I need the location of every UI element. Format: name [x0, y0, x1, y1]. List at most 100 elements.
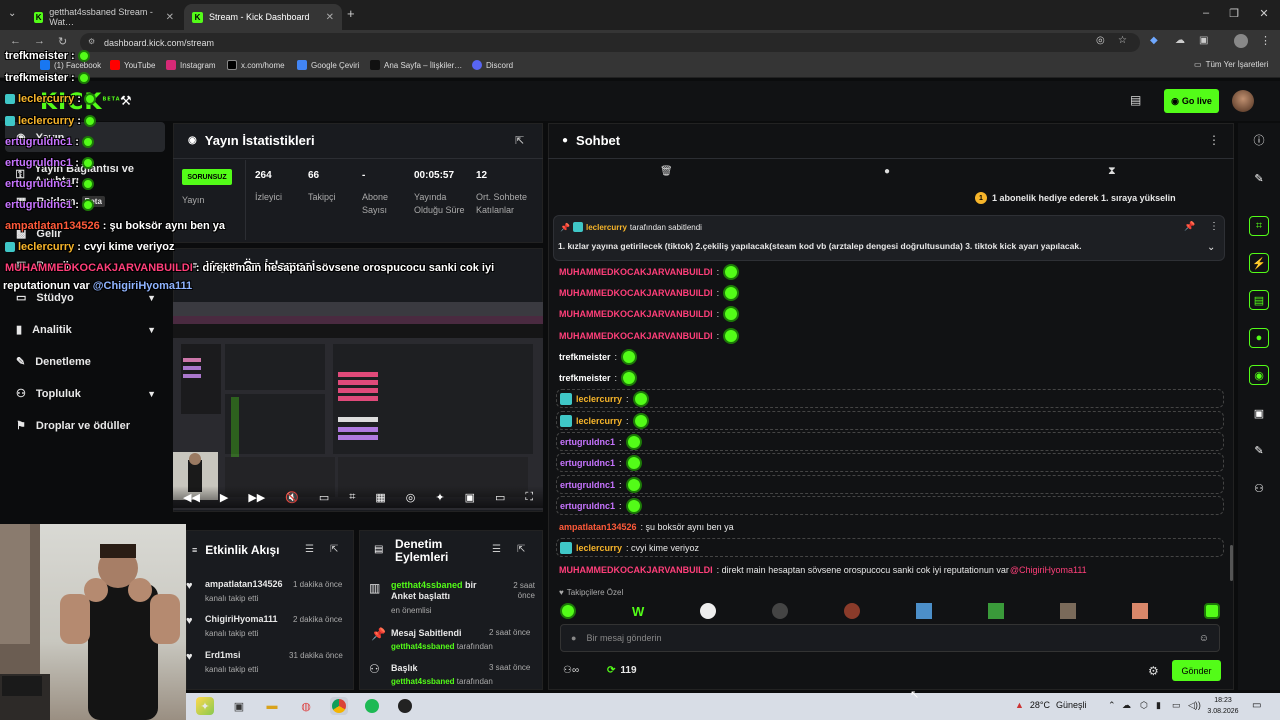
- chat-username[interactable]: MUHAMMEDKOCAKJARVANBUILDI: [559, 309, 713, 319]
- chat-menu-icon[interactable]: ⋮: [1208, 133, 1220, 147]
- spotify-icon[interactable]: [363, 697, 381, 715]
- chat-message[interactable]: ertugruldnc1:: [556, 496, 1224, 515]
- filter-icon[interactable]: ☰: [492, 544, 501, 555]
- minimize-icon[interactable]: –: [1196, 7, 1216, 19]
- sidebar-item-topluluk[interactable]: ⚇ Topluluk ▼: [16, 387, 156, 401]
- info-icon[interactable]: ⓘ: [1249, 130, 1269, 150]
- chat-message[interactable]: ertugruldnc1:: [556, 432, 1224, 451]
- bookmark-ana-sayfa[interactable]: Ana Sayfa – İlişkiler…: [370, 60, 462, 70]
- activity-user[interactable]: ChigiriHyoma111: [205, 614, 278, 624]
- chat-message[interactable]: ertugruldnc1:: [556, 475, 1224, 494]
- chat-username[interactable]: ampatlatan134526: [559, 522, 637, 532]
- chat-message[interactable]: MUHAMMEDKOCAKJARVANBUILDI:: [559, 262, 740, 281]
- stack-icon[interactable]: ▣: [1249, 403, 1269, 423]
- close-tab-icon[interactable]: ✕: [326, 12, 334, 23]
- lightning-icon[interactable]: ⚡: [1249, 253, 1269, 273]
- tray-chevron-icon[interactable]: ⌃: [1108, 700, 1116, 711]
- rewind-icon[interactable]: ◀◀: [183, 491, 200, 504]
- bookmark-x[interactable]: x.com/home: [227, 60, 285, 70]
- all-bookmarks[interactable]: ▭ Tüm Yer İşaretleri: [1194, 60, 1268, 69]
- green-emote-icon[interactable]: [988, 603, 1005, 619]
- edit-icon[interactable]: ✎: [1249, 168, 1269, 188]
- settings-gear-icon[interactable]: ⚙: [1148, 664, 1159, 678]
- go-live-button[interactable]: ◉ Go live: [1164, 89, 1219, 113]
- url-field[interactable]: dashboard.kick.com/stream: [80, 33, 1140, 52]
- pinned-by-user[interactable]: leclercurry: [586, 223, 627, 232]
- tab-search-icon[interactable]: ⌄: [8, 8, 16, 19]
- camera-icon[interactable]: ▭: [319, 491, 329, 504]
- brown-emote-icon[interactable]: [1060, 603, 1077, 619]
- share-icon[interactable]: ⚇: [1249, 478, 1269, 498]
- chat-mode-icon[interactable]: ●: [884, 166, 890, 177]
- tray-icon[interactable]: ▮: [1156, 700, 1161, 711]
- sidebar-item-droplar[interactable]: ⚑ Droplar ve ödüller: [16, 419, 156, 433]
- chat-username[interactable]: leclercurry: [576, 416, 622, 426]
- w-emote-icon[interactable]: W: [632, 604, 644, 619]
- bookmark-youtube[interactable]: YouTube: [110, 60, 155, 70]
- clock[interactable]: 18:23 3.08.2026: [1206, 695, 1240, 717]
- filter-icon[interactable]: ☰: [305, 544, 314, 555]
- bookmark-instagram[interactable]: Instagram: [166, 60, 216, 70]
- trash-icon[interactable]: 🗑: [660, 166, 673, 177]
- chat-message[interactable]: leclercurry: cvyi kime veriyoz: [556, 538, 1224, 557]
- chat-message[interactable]: leclercurry:: [556, 411, 1224, 430]
- avatar[interactable]: [1232, 90, 1254, 112]
- close-window-icon[interactable]: ✕: [1254, 7, 1274, 20]
- widgets-icon[interactable]: ✦: [196, 697, 214, 715]
- puzzle-icon[interactable]: ▣: [1199, 35, 1208, 46]
- slow-mode-icon[interactable]: ⧗: [1108, 165, 1116, 178]
- forward-icon[interactable]: →: [34, 35, 45, 47]
- popout-icon[interactable]: ⇱: [515, 134, 524, 147]
- new-tab-icon[interactable]: +: [347, 6, 355, 21]
- emoji-picker-icon[interactable]: ☺: [1199, 633, 1209, 644]
- chat-message[interactable]: ampatlatan134526: şu boksör aynı ben ya: [559, 517, 734, 536]
- fullscreen-icon[interactable]: ⛶: [525, 491, 533, 504]
- popout-icon[interactable]: ⇱: [517, 544, 525, 555]
- chevron-down-icon[interactable]: ⌄: [1207, 242, 1215, 253]
- mute-icon[interactable]: 🔇: [285, 491, 299, 504]
- chat-message[interactable]: trefkmeister:: [559, 347, 638, 366]
- chat-message[interactable]: MUHAMMEDKOCAKJARVANBUILDI:: [559, 283, 740, 302]
- chat-username[interactable]: MUHAMMEDKOCAKJARVANBUILDI: [559, 331, 713, 341]
- extension-icon[interactable]: ☁: [1175, 35, 1185, 46]
- kick-points[interactable]: ⟳ 119: [607, 665, 637, 676]
- browser-tab-2[interactable]: K Stream - Kick Dashboard ✕: [184, 4, 342, 30]
- chat-mention[interactable]: @ChigiriHyoma111: [1010, 565, 1087, 575]
- chat-username[interactable]: MUHAMMEDKOCAKJARVANBUILDI: [559, 288, 713, 298]
- extension-icon[interactable]: ◆: [1150, 35, 1158, 46]
- popout-icon[interactable]: ⇱: [330, 544, 338, 555]
- dark-emote-icon[interactable]: [772, 603, 789, 619]
- moderator-user[interactable]: getthat4ssbaned: [391, 642, 455, 651]
- sidebar-item-denetleme[interactable]: ✎ Denetleme: [16, 355, 156, 369]
- chat-username[interactable]: MUHAMMEDKOCAKJARVANBUILDI: [559, 267, 713, 277]
- file-explorer-icon[interactable]: ▬: [263, 697, 281, 715]
- chat-message[interactable]: trefkmeister:: [559, 368, 638, 387]
- chat-username[interactable]: trefkmeister: [559, 373, 611, 383]
- chat-username[interactable]: ertugruldnc1: [560, 458, 615, 468]
- stream-manager-icon[interactable]: ▤: [1130, 93, 1141, 107]
- pinned-message[interactable]: 📌 leclercurry tarafından sabitlendi 1. k…: [553, 215, 1225, 261]
- grid-icon[interactable]: ▦: [375, 491, 385, 504]
- chat-username[interactable]: ertugruldnc1: [560, 501, 615, 511]
- volume-icon[interactable]: ◁)): [1188, 700, 1201, 711]
- chat-message[interactable]: ertugruldnc1:: [556, 453, 1224, 472]
- gift-banner[interactable]: 1 1 abonelik hediye ederek 1. sıraya yük…: [975, 192, 1176, 204]
- network-icon[interactable]: ▭: [1172, 700, 1181, 711]
- blue-emote-icon[interactable]: [916, 603, 933, 619]
- chat-message[interactable]: MUHAMMEDKOCAKJARVANBUILDI: direkt main h…: [559, 560, 1087, 579]
- chat-username[interactable]: ertugruldnc1: [560, 480, 615, 490]
- browser-tab-1[interactable]: K getthat4ssbaned Stream - Wat… ✕: [26, 4, 182, 30]
- window-icon[interactable]: ▭: [495, 491, 505, 504]
- unpin-icon[interactable]: 📌: [1184, 221, 1195, 232]
- red-emote-icon[interactable]: [844, 603, 861, 619]
- reload-icon[interactable]: ↻: [58, 35, 67, 48]
- broadcast-icon[interactable]: ◉: [1249, 365, 1269, 385]
- tray-icon[interactable]: ⬡: [1140, 700, 1148, 711]
- chat-message[interactable]: leclercurry:: [556, 389, 1224, 408]
- tray-icon[interactable]: ☁: [1122, 700, 1131, 711]
- obs-icon[interactable]: [396, 697, 414, 715]
- chat-username[interactable]: leclercurry: [576, 394, 622, 404]
- wrench-icon[interactable]: ✎: [1249, 440, 1269, 460]
- eye-off-icon[interactable]: ◎: [1096, 35, 1105, 46]
- maximize-icon[interactable]: ❐: [1224, 7, 1244, 20]
